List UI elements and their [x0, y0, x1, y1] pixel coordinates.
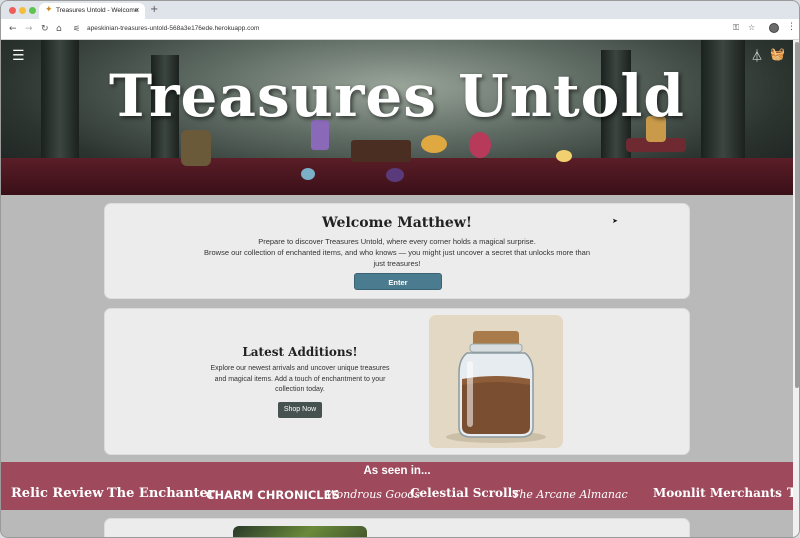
- jar-image: [429, 315, 563, 448]
- address-bar[interactable]: ⚟ apeskinian-treasures-untold-568a3e176e…: [69, 21, 769, 37]
- hero-banner: Treasures Untold ☰ ⏃ 🧺: [1, 40, 793, 195]
- browser-menu-icon[interactable]: ⋮: [787, 22, 796, 32]
- new-tab-button[interactable]: +: [150, 4, 158, 15]
- welcome-card: Welcome Matthew! Prepare to discover Tre…: [104, 203, 690, 299]
- next-section-card: [104, 518, 690, 537]
- enter-button[interactable]: Enter: [354, 273, 442, 290]
- reload-icon[interactable]: ↻: [41, 23, 49, 35]
- url-text[interactable]: apeskinian-treasures-untold-568a3e176ede…: [87, 25, 259, 32]
- welcome-text-line: just treasures!: [373, 259, 421, 268]
- close-window-button[interactable]: [9, 7, 16, 14]
- shop-now-button[interactable]: Shop Now: [278, 402, 322, 418]
- next-section-image: [233, 526, 367, 537]
- bookmark-star-icon[interactable]: ☆: [748, 23, 755, 32]
- tab-title: Treasures Untold - Welcome: [56, 7, 139, 14]
- latest-title: Latest Additions!: [242, 345, 358, 359]
- scrollbar-thumb[interactable]: [795, 42, 799, 388]
- latest-description: Explore our newest arrivals and uncover …: [210, 365, 390, 393]
- profile-avatar[interactable]: [769, 23, 779, 33]
- brand-logo: Relic Review: [11, 486, 104, 501]
- site-title: Treasures Untold: [109, 62, 685, 130]
- wizard-hat-icon[interactable]: ⏃: [751, 47, 763, 64]
- book-decoration: [351, 140, 411, 162]
- mouse-cursor-icon: ➤: [612, 217, 618, 225]
- teapot-decoration: [181, 130, 211, 166]
- brand-logo: CHARM CHRONICLES: [206, 488, 340, 502]
- browser-window: ✦ Treasures Untold - Welcome × + ← → ↻ ⌂…: [0, 0, 800, 538]
- jar-illustration: [446, 331, 546, 443]
- orb-decoration: [421, 135, 447, 153]
- maximize-window-button[interactable]: [29, 7, 36, 14]
- as-seen-in-title: As seen in...: [363, 465, 431, 477]
- shopping-basket-icon[interactable]: 🧺: [770, 47, 785, 61]
- brand-logo: The Arcane Almanac: [512, 488, 628, 501]
- site-info-icon[interactable]: ⚟: [73, 24, 80, 33]
- as-seen-in-band: As seen in... Relic Review The Enchanter…: [1, 462, 793, 510]
- gem-decoration: [301, 168, 315, 180]
- minimize-window-button[interactable]: [19, 7, 26, 14]
- back-icon[interactable]: ←: [9, 23, 17, 35]
- password-key-icon[interactable]: ⚿: [733, 23, 739, 33]
- favicon-icon: ✦: [45, 5, 53, 15]
- potion-decoration: [469, 132, 491, 158]
- welcome-title: Welcome Matthew!: [321, 215, 473, 231]
- gem-decoration: [386, 168, 404, 182]
- forward-icon[interactable]: →: [25, 23, 33, 35]
- tab-strip: ✦ Treasures Untold - Welcome × +: [1, 1, 799, 19]
- welcome-text-line: Prepare to discover Treasures Untold, wh…: [258, 237, 536, 246]
- brand-logo: Celestial Scrolls: [410, 486, 519, 500]
- hamburger-menu-icon[interactable]: ☰: [12, 48, 25, 64]
- tab-close-icon[interactable]: ×: [134, 6, 140, 14]
- brand-logo: Wondrous Goods: [326, 488, 421, 501]
- page-scrollbar[interactable]: [793, 40, 799, 537]
- candle-decoration: [556, 150, 572, 162]
- latest-additions-card: Latest Additions! Explore our newest arr…: [104, 308, 690, 455]
- welcome-text-line: Browse our collection of enchanted items…: [203, 248, 591, 257]
- home-icon[interactable]: ⌂: [56, 23, 62, 35]
- brand-logo: The Enchanter: [107, 486, 215, 501]
- tab-active[interactable]: ✦ Treasures Untold - Welcome ×: [39, 3, 145, 19]
- brand-logo: Moonlit Merchants: [653, 486, 782, 500]
- page-viewport: Treasures Untold ☰ ⏃ 🧺 Welcome Matthew! …: [1, 40, 793, 537]
- browser-toolbar: ← → ↻ ⌂ ⚟ apeskinian-treasures-untold-56…: [1, 19, 799, 40]
